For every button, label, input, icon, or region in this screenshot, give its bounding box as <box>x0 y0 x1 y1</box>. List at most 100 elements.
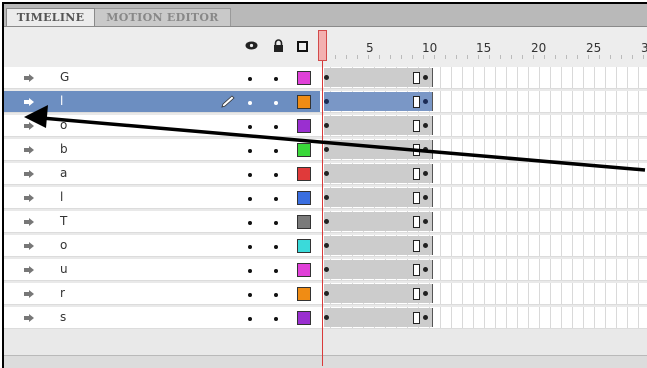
visibility-toggle[interactable] <box>248 149 252 153</box>
playhead-handle[interactable] <box>318 30 327 61</box>
end-keyframe[interactable] <box>423 75 428 80</box>
tab-timeline[interactable]: TIMELINE <box>6 8 95 26</box>
layer-outline-color-swatch[interactable] <box>297 239 311 253</box>
end-frame-marker[interactable] <box>413 144 420 156</box>
outline-icon[interactable] <box>297 41 308 52</box>
frame-ruler[interactable]: 5 10 15 20 25 3 <box>320 27 647 67</box>
visibility-toggle[interactable] <box>248 125 252 129</box>
frame-row[interactable] <box>320 235 647 257</box>
layer-row[interactable]: o <box>4 115 320 137</box>
start-keyframe[interactable] <box>324 267 329 272</box>
end-frame-marker[interactable] <box>413 168 420 180</box>
ruler-tick <box>456 55 457 59</box>
layer-outline-color-swatch[interactable] <box>297 71 311 85</box>
visibility-toggle[interactable] <box>248 77 252 81</box>
layer-icon <box>24 146 34 154</box>
lock-toggle[interactable] <box>274 125 278 129</box>
frame-row[interactable] <box>320 283 647 305</box>
end-frame-marker[interactable] <box>413 312 420 324</box>
layer-row[interactable]: T <box>4 211 320 233</box>
end-keyframe[interactable] <box>423 147 428 152</box>
lock-toggle[interactable] <box>274 197 278 201</box>
layer-icon <box>24 98 34 106</box>
end-keyframe[interactable] <box>423 219 428 224</box>
visibility-toggle[interactable] <box>248 293 252 297</box>
end-frame-marker[interactable] <box>413 264 420 276</box>
lock-toggle[interactable] <box>274 221 278 225</box>
start-keyframe[interactable] <box>324 291 329 296</box>
start-keyframe[interactable] <box>324 75 329 80</box>
frame-row[interactable] <box>320 211 647 233</box>
end-frame-marker[interactable] <box>413 120 420 132</box>
eye-icon[interactable] <box>245 41 258 50</box>
layer-row[interactable]: G <box>4 67 320 89</box>
frame-row[interactable] <box>320 259 647 281</box>
layer-outline-color-swatch[interactable] <box>297 215 311 229</box>
layer-outline-color-swatch[interactable] <box>297 143 311 157</box>
start-keyframe[interactable] <box>324 171 329 176</box>
lock-icon[interactable] <box>273 39 284 52</box>
layer-row[interactable]: l <box>4 91 320 113</box>
layer-outline-color-swatch[interactable] <box>297 119 311 133</box>
layer-outline-color-swatch[interactable] <box>297 287 311 301</box>
visibility-toggle[interactable] <box>248 101 252 105</box>
frame-grid[interactable] <box>320 67 647 355</box>
frame-row[interactable] <box>320 307 647 329</box>
visibility-toggle[interactable] <box>248 197 252 201</box>
layer-row[interactable]: l <box>4 187 320 209</box>
frame-row[interactable] <box>320 91 647 113</box>
end-keyframe[interactable] <box>423 123 428 128</box>
layer-outline-color-swatch[interactable] <box>297 263 311 277</box>
layer-outline-color-swatch[interactable] <box>297 167 311 181</box>
layer-row[interactable]: u <box>4 259 320 281</box>
lock-toggle[interactable] <box>274 101 278 105</box>
visibility-toggle[interactable] <box>248 245 252 249</box>
end-frame-marker[interactable] <box>413 288 420 300</box>
end-keyframe[interactable] <box>423 243 428 248</box>
layer-outline-color-swatch[interactable] <box>297 311 311 325</box>
end-frame-marker[interactable] <box>413 216 420 228</box>
end-keyframe[interactable] <box>423 99 428 104</box>
end-keyframe[interactable] <box>423 195 428 200</box>
layer-row[interactable]: s <box>4 307 320 329</box>
lock-toggle[interactable] <box>274 293 278 297</box>
layer-row[interactable]: b <box>4 139 320 161</box>
lock-toggle[interactable] <box>274 317 278 321</box>
layer-row[interactable]: o <box>4 235 320 257</box>
start-keyframe[interactable] <box>324 315 329 320</box>
end-frame-marker[interactable] <box>413 240 420 252</box>
lock-toggle[interactable] <box>274 269 278 273</box>
frame-row[interactable] <box>320 163 647 185</box>
layer-row[interactable]: r <box>4 283 320 305</box>
start-keyframe[interactable] <box>324 99 329 104</box>
start-keyframe[interactable] <box>324 123 329 128</box>
tab-motion-editor[interactable]: MOTION EDITOR <box>95 8 231 26</box>
lock-toggle[interactable] <box>274 77 278 81</box>
start-keyframe[interactable] <box>324 195 329 200</box>
frame-row[interactable] <box>320 139 647 161</box>
visibility-toggle[interactable] <box>248 317 252 321</box>
layer-outline-color-swatch[interactable] <box>297 191 311 205</box>
lock-toggle[interactable] <box>274 245 278 249</box>
lock-toggle[interactable] <box>274 173 278 177</box>
end-keyframe[interactable] <box>423 267 428 272</box>
end-keyframe[interactable] <box>423 315 428 320</box>
end-frame-marker[interactable] <box>413 96 420 108</box>
end-keyframe[interactable] <box>423 291 428 296</box>
layer-outline-color-swatch[interactable] <box>297 95 311 109</box>
end-frame-marker[interactable] <box>413 72 420 84</box>
end-keyframe[interactable] <box>423 171 428 176</box>
frame-row[interactable] <box>320 115 647 137</box>
start-keyframe[interactable] <box>324 243 329 248</box>
frame-row[interactable] <box>320 187 647 209</box>
visibility-toggle[interactable] <box>248 173 252 177</box>
frame-row[interactable] <box>320 67 647 89</box>
end-frame-marker[interactable] <box>413 192 420 204</box>
start-keyframe[interactable] <box>324 219 329 224</box>
visibility-toggle[interactable] <box>248 269 252 273</box>
lock-toggle[interactable] <box>274 149 278 153</box>
visibility-toggle[interactable] <box>248 221 252 225</box>
ruler-tick <box>511 55 512 59</box>
layer-row[interactable]: a <box>4 163 320 185</box>
start-keyframe[interactable] <box>324 147 329 152</box>
